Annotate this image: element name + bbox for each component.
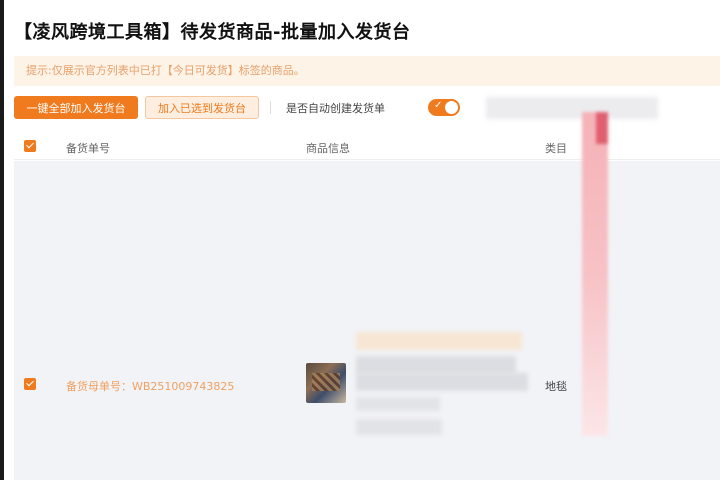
column-header-category: 类目	[545, 142, 567, 155]
table-header: 备货单号 商品信息 类目	[14, 132, 720, 160]
select-all-checkbox[interactable]	[24, 140, 36, 152]
blurred-product-spec	[356, 419, 442, 435]
blurred-product-sku	[356, 397, 440, 411]
blurred-product-title-2	[356, 373, 528, 391]
blurred-toolbar-region	[486, 97, 658, 119]
stock-order-number[interactable]: 备货母单号：WB251009743825	[66, 378, 234, 394]
add-all-to-shipping-button[interactable]: 一键全部加入发货台	[14, 96, 138, 119]
page-title: 【凌风跨境工具箱】待发货商品-批量加入发货台	[14, 22, 411, 43]
add-selected-to-shipping-button[interactable]: 加入已选到发货台	[145, 96, 259, 119]
table-body: 备货母单号：WB251009743825 地毯	[14, 161, 720, 480]
blurred-product-title	[356, 356, 516, 374]
notice-banner: 提示:仅展示官方列表中已打【今日可发货】标签的商品。	[14, 56, 720, 86]
check-icon: ✓	[434, 100, 443, 111]
window-left-edge	[0, 0, 4, 480]
toggle-knob	[445, 101, 458, 114]
annotation-bar-highlight	[596, 112, 608, 144]
auto-create-label: 是否自动创建发货单	[286, 102, 385, 115]
auto-create-toggle[interactable]: ✓	[428, 99, 460, 116]
category-value: 地毯	[545, 380, 567, 393]
toolbar-divider	[270, 101, 271, 114]
blurred-product-tag	[356, 332, 522, 350]
column-header-stock-no: 备货单号	[66, 142, 110, 155]
toolbar: 一键全部加入发货台 加入已选到发货台 是否自动创建发货单 ✓	[14, 96, 714, 120]
product-thumbnail[interactable]	[306, 363, 346, 403]
red-annotation-bar	[582, 112, 608, 436]
row-checkbox[interactable]	[24, 378, 36, 390]
column-header-product-info: 商品信息	[306, 142, 350, 155]
